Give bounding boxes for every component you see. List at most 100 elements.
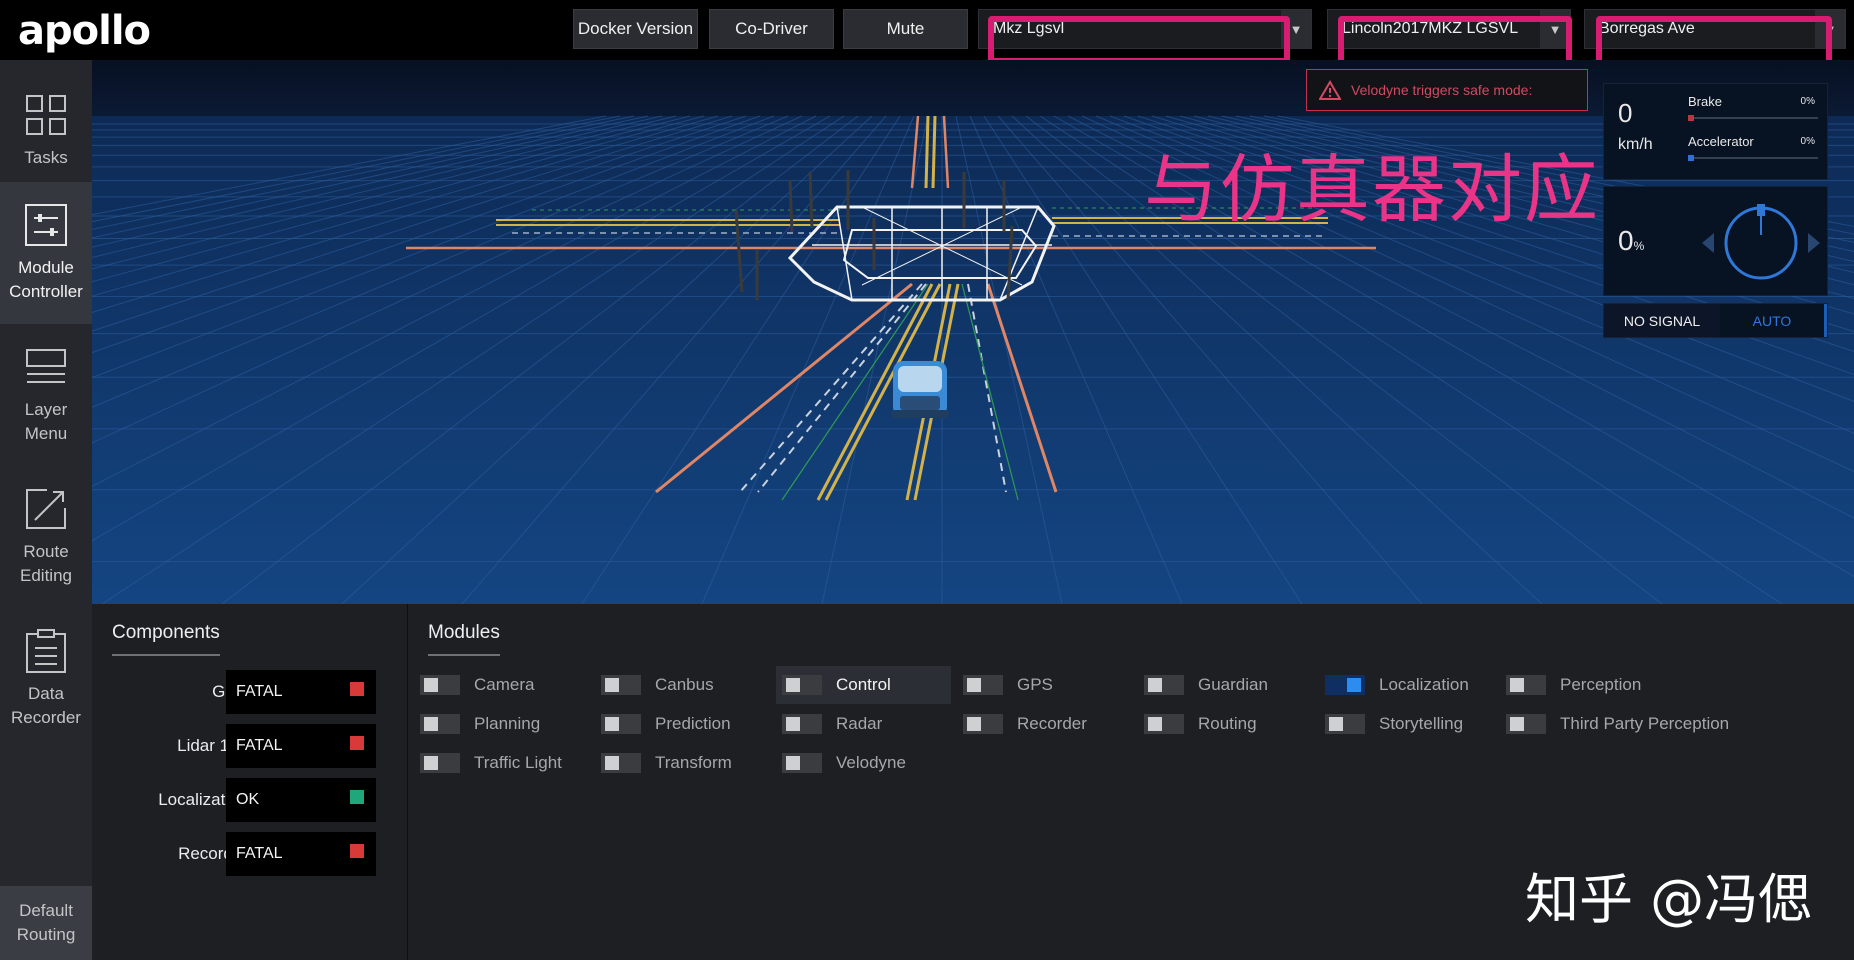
sidebar-item-label: Menu [24,424,68,443]
module-label: Third Party Perception [1560,714,1730,733]
status-indicator [350,790,364,804]
toggle-knob [1148,678,1162,692]
brake-bar-fill [1688,115,1694,121]
module-toggle[interactable] [782,675,822,695]
component-status: FATAL [226,724,376,768]
toggle-knob [786,756,800,770]
module-toggle[interactable] [1144,714,1184,734]
module-guardian[interactable]: Guardian [1138,666,1313,704]
left-sidebar: Tasks Module Controller Layer Menu Route… [0,60,92,960]
module-planning[interactable]: Planning [414,705,589,743]
module-canbus[interactable]: Canbus [595,666,770,704]
module-label: Canbus [655,675,714,694]
brake-label: Brake [1688,94,1722,109]
module-label: Prediction [655,714,731,733]
sidebar-item-layer-menu[interactable]: Layer Menu [0,324,92,466]
component-row-recorder: Recorder FATAL [92,832,408,876]
toggle-knob [1347,678,1361,692]
turn-signal-status: NO SIGNAL [1604,304,1720,337]
watermark: 知乎 @冯偲 [1525,868,1813,931]
sidebar-item-label: Route [23,542,69,561]
sidebar-item-label: Recorder [11,708,81,727]
toggle-knob [605,756,619,770]
module-perception[interactable]: Perception [1500,666,1675,704]
module-velodyne[interactable]: Velodyne [776,744,951,782]
steering-panel: 0% [1603,186,1828,296]
driving-mode: AUTO [1720,304,1827,337]
module-toggle[interactable] [420,675,460,695]
module-toggle[interactable] [1506,675,1546,695]
module-toggle[interactable] [782,714,822,734]
module-toggle[interactable] [601,714,641,734]
accelerator-bar-fill [1688,155,1694,161]
toggle-knob [1510,678,1524,692]
co-driver-button[interactable]: Co-Driver [709,9,834,49]
module-toggle[interactable] [782,753,822,773]
signal-mode-panel: NO SIGNAL AUTO [1603,303,1828,338]
module-prediction[interactable]: Prediction [595,705,770,743]
brake-bar [1688,115,1818,121]
speed-pedal-panel: 0 km/h Brake 0% Accelerator 0% [1603,83,1828,180]
apollo-logo: apollo [18,8,151,54]
module-control[interactable]: Control [776,666,951,704]
toggle-knob [424,678,438,692]
modules-title: Modules [428,622,500,656]
clipboard-icon [26,629,66,673]
components-panel: Components GPS FATAL Lidar 128 FATAL Loc… [92,604,408,960]
module-radar[interactable]: Radar [776,705,951,743]
speed-unit: km/h [1618,136,1653,153]
default-routing-button[interactable]: Default Routing [0,886,92,960]
components-title: Components [112,622,220,656]
steering-value: 0% [1618,225,1645,256]
module-transform[interactable]: Transform [595,744,770,782]
mute-button[interactable]: Mute [843,9,968,49]
sidebar-item-data-recorder[interactable]: Data Recorder [0,608,92,750]
default-routing-label: Default [19,901,73,920]
sidebar-item-route-editing[interactable]: Route Editing [0,466,92,608]
module-storytelling[interactable]: Storytelling [1319,705,1494,743]
module-label: Perception [1560,675,1642,694]
module-toggle[interactable] [963,714,1003,734]
speed-value: 0 [1618,98,1633,128]
component-status: FATAL [226,670,376,714]
module-third-party-perception[interactable]: Third Party Perception [1500,705,1729,743]
component-row-localization: Localization OK [92,778,408,822]
status-indicator [350,844,364,858]
warning-icon [1319,80,1341,100]
ego-vehicle [891,361,949,418]
module-localization[interactable]: Localization [1319,666,1494,704]
module-label: Traffic Light [474,753,562,772]
toggle-knob [1148,717,1162,731]
module-toggle[interactable] [1506,714,1546,734]
toggle-knob [1329,717,1343,731]
module-toggle[interactable] [963,675,1003,695]
sidebar-item-label: Controller [9,282,83,301]
module-toggle[interactable] [601,753,641,773]
sliders-icon [25,204,67,246]
module-label: Routing [1198,714,1257,733]
module-routing[interactable]: Routing [1138,705,1313,743]
accelerator-bar [1688,155,1818,161]
module-label: Camera [474,675,535,694]
module-toggle[interactable] [1144,675,1184,695]
warning-text: Velodyne triggers safe mode: [1351,82,1533,98]
module-toggle[interactable] [420,753,460,773]
module-recorder[interactable]: Recorder [957,705,1132,743]
module-gps[interactable]: GPS [957,666,1132,704]
docker-version-button[interactable]: Docker Version [573,9,698,49]
module-toggle[interactable] [1325,675,1365,695]
module-label: Velodyne [836,753,906,772]
sidebar-item-label: Data [28,684,64,703]
module-label: GPS [1017,675,1053,694]
module-toggle[interactable] [1325,714,1365,734]
toggle-knob [1510,717,1524,731]
module-toggle[interactable] [601,675,641,695]
toggle-knob [967,717,981,731]
status-indicator [350,682,364,696]
module-camera[interactable]: Camera [414,666,589,704]
module-traffic-light[interactable]: Traffic Light [414,744,589,782]
accelerator-percent: 0% [1800,136,1815,147]
module-toggle[interactable] [420,714,460,734]
sidebar-item-tasks[interactable]: Tasks [0,60,92,202]
sidebar-item-module-controller[interactable]: Module Controller [0,182,92,324]
